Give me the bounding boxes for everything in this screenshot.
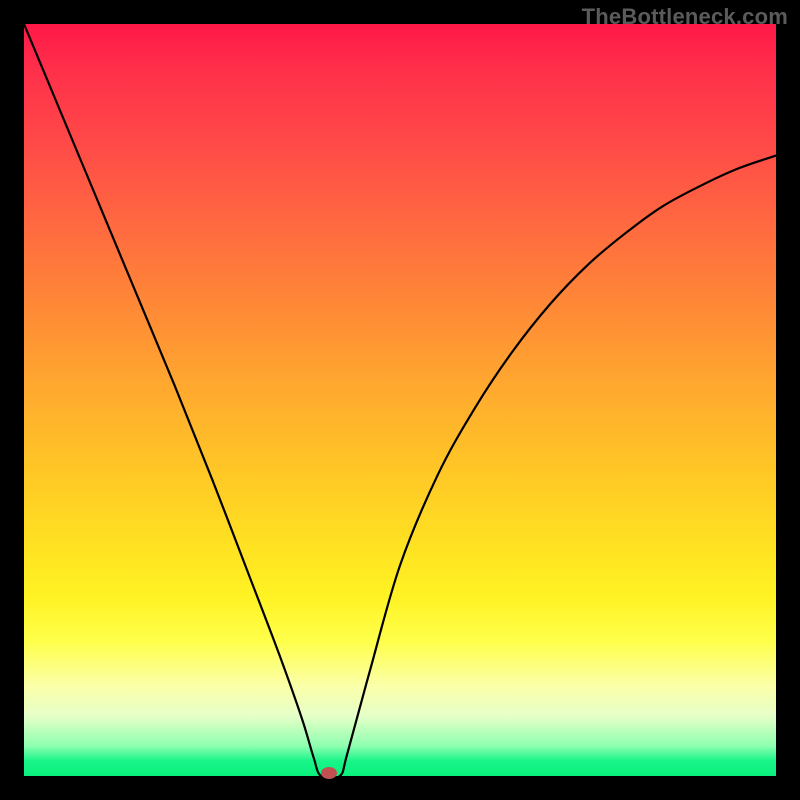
watermark-text: TheBottleneck.com <box>582 4 788 30</box>
minimum-marker <box>321 767 337 779</box>
chart-container: TheBottleneck.com <box>0 0 800 800</box>
plot-area <box>24 24 776 776</box>
bottleneck-curve <box>24 24 776 776</box>
curve-layer <box>24 24 776 776</box>
